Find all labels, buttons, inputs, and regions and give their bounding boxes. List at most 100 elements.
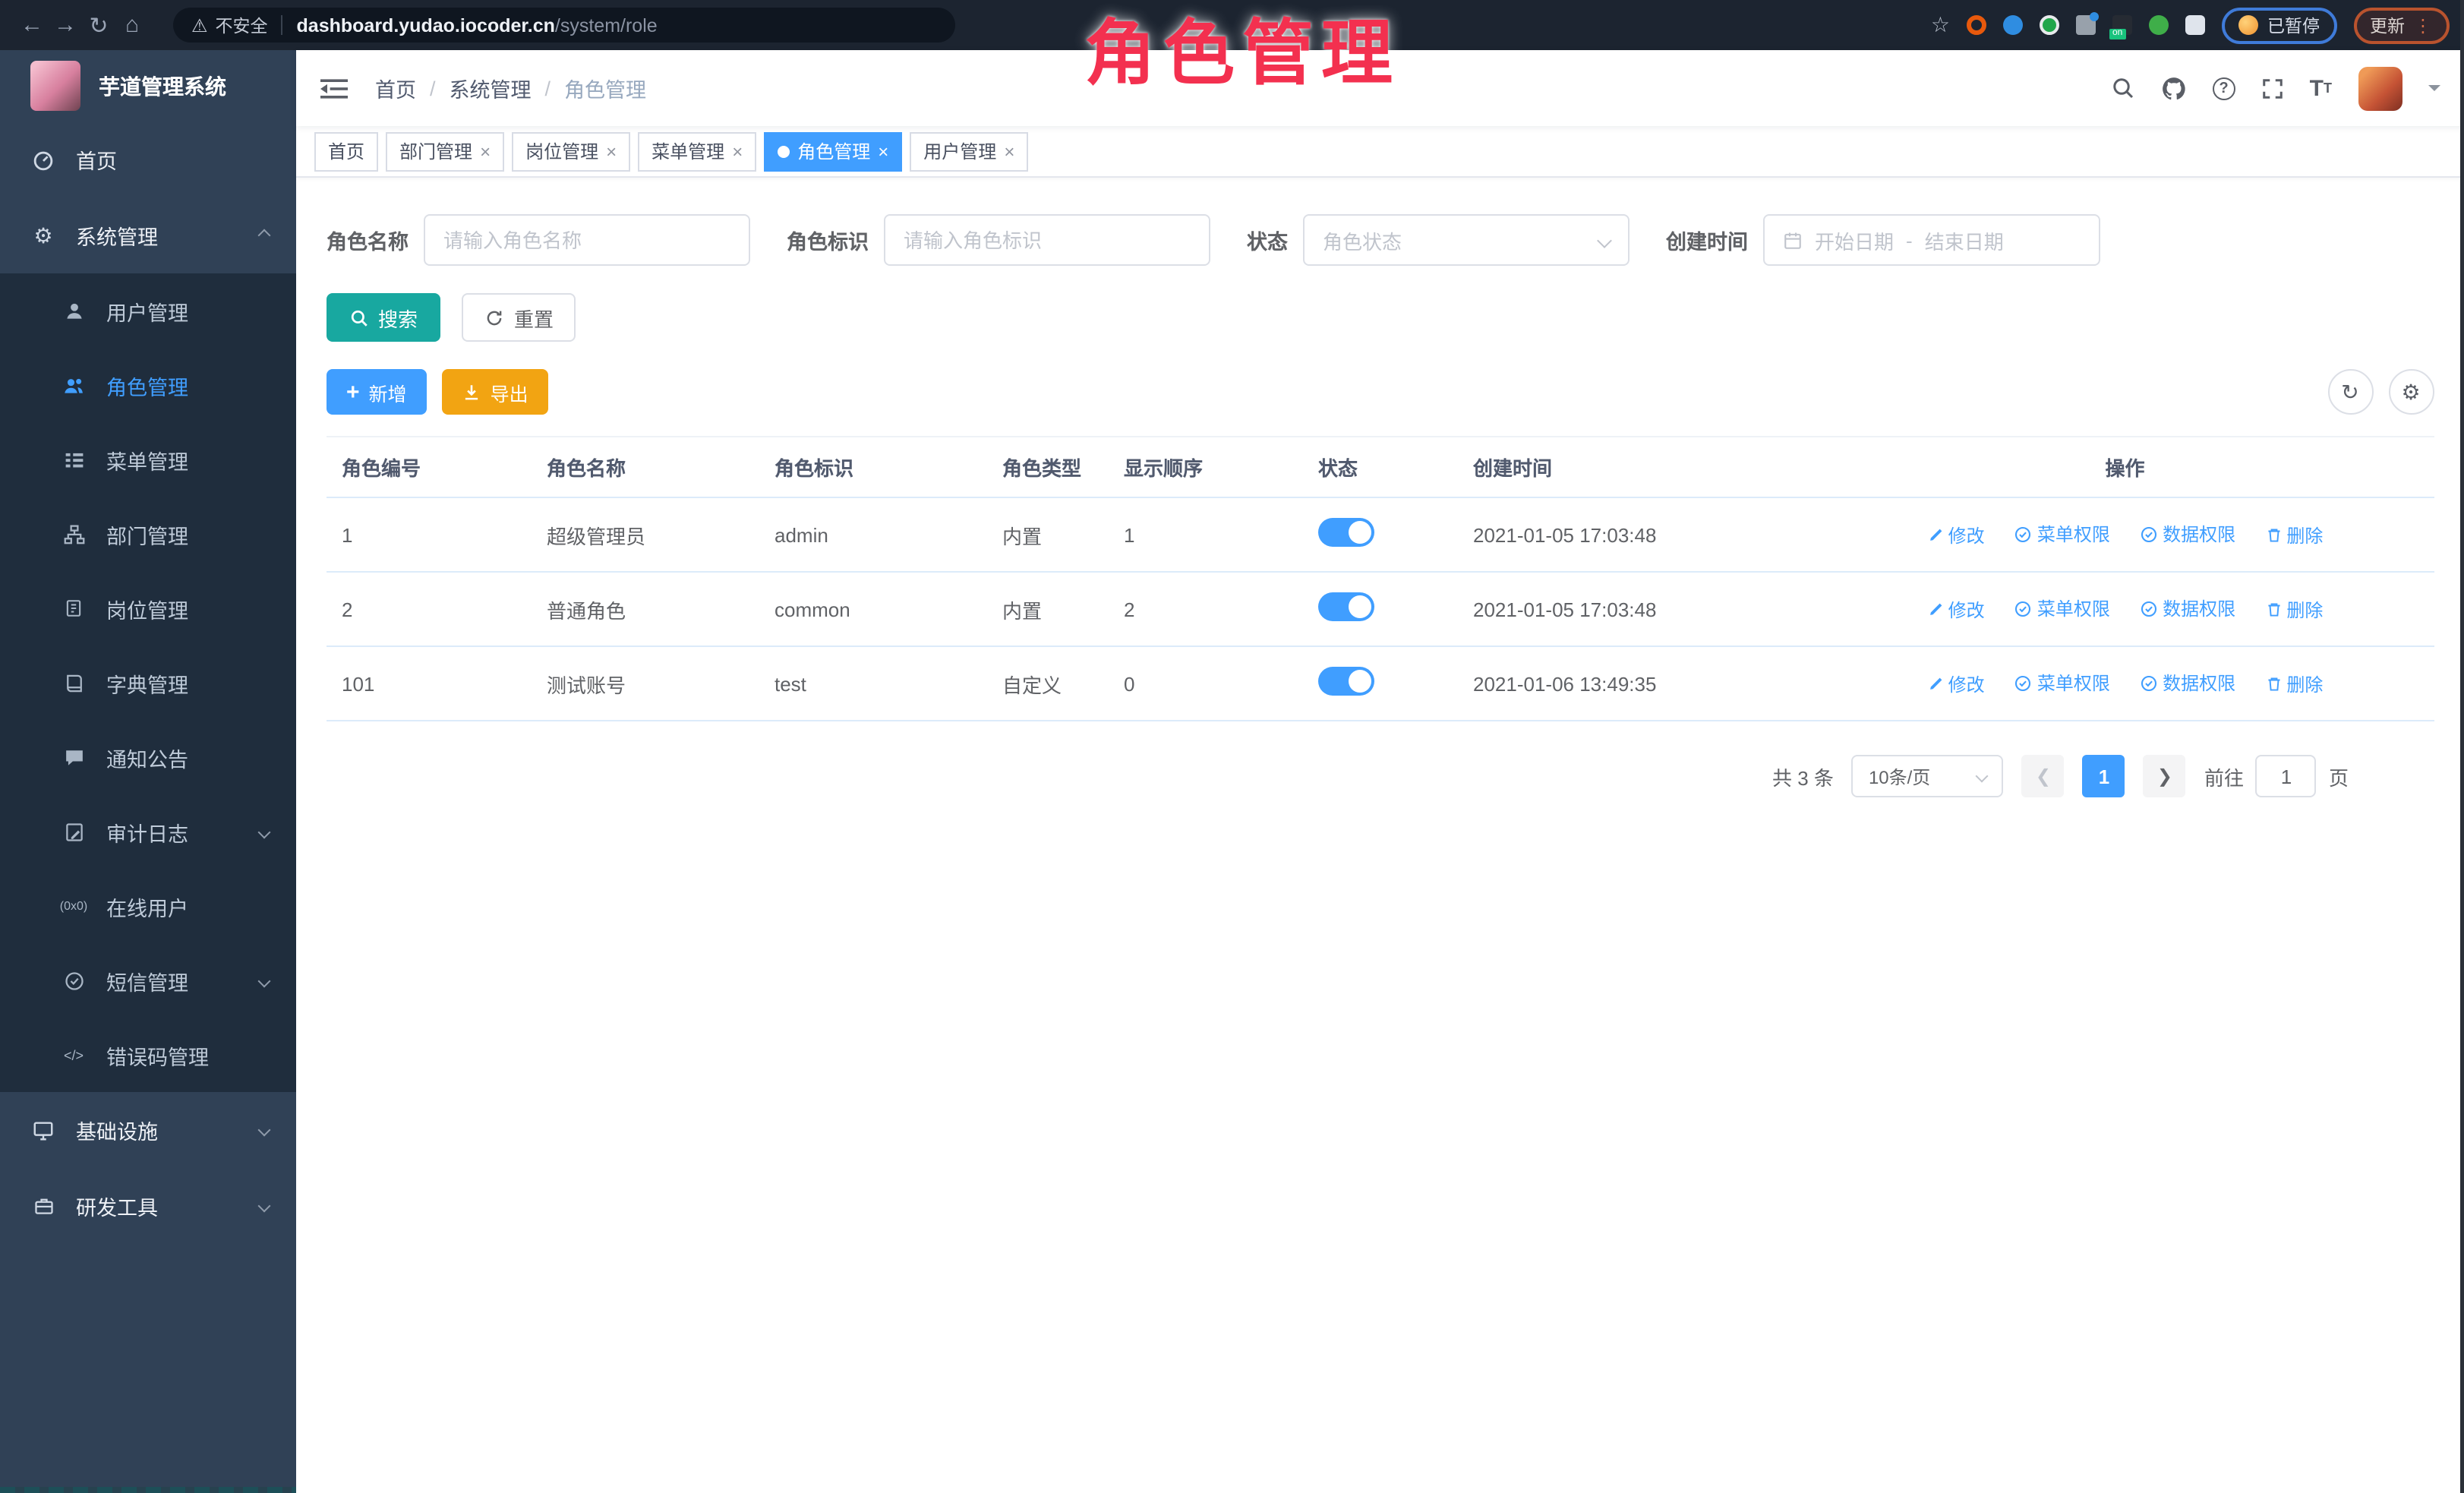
extension-orange-icon[interactable] — [1967, 15, 1986, 35]
extension-leaf-icon[interactable] — [2149, 15, 2169, 35]
status-toggle[interactable] — [1318, 592, 1374, 621]
browser-menu-icon[interactable]: ⋮ — [2414, 14, 2432, 36]
app-logo[interactable]: 芋道管理系统 — [0, 50, 296, 122]
sidebar-fold-icon[interactable] — [320, 77, 348, 99]
close-icon[interactable]: × — [732, 142, 743, 160]
status-toggle[interactable] — [1318, 518, 1374, 547]
extension-grid-icon[interactable] — [2076, 15, 2096, 35]
extension-green-icon[interactable] — [2040, 15, 2059, 35]
menu-permission-link[interactable]: 菜单权限 — [2014, 596, 2110, 622]
page-number-1[interactable]: 1 — [2083, 755, 2125, 797]
extension-blue-icon[interactable] — [2003, 15, 2023, 35]
data-permission-link[interactable]: 数据权限 — [2140, 596, 2235, 622]
sidebar-item-home[interactable]: 首页 — [0, 122, 296, 197]
table-toolbar: + 新增 导出 ↻ ⚙ — [327, 369, 2434, 415]
browser-home-icon[interactable]: ⌂ — [115, 12, 149, 38]
update-button[interactable]: 更新 ⋮ — [2353, 7, 2449, 43]
sidebar-item-audit-log[interactable]: 审计日志 — [0, 794, 296, 869]
sidebar-item-menus[interactable]: 菜单管理 — [0, 422, 296, 497]
browser-forward-icon[interactable]: → — [49, 12, 82, 38]
chevron-down-icon — [258, 974, 271, 987]
emoji-face-icon — [2238, 15, 2258, 35]
breadcrumb-home[interactable]: 首页 — [375, 73, 416, 103]
col-created: 创建时间 — [1458, 437, 1816, 497]
browser-back-icon[interactable]: ← — [15, 12, 49, 38]
sidebar-item-dictionary[interactable]: 字典管理 — [0, 645, 296, 720]
sidebar-item-notices[interactable]: 通知公告 — [0, 720, 296, 794]
search-actions: 搜索 重置 — [327, 293, 2434, 342]
tab-departments[interactable]: 部门管理 × — [386, 131, 504, 171]
create-time-label: 创建时间 — [1666, 225, 1748, 255]
breadcrumb-section[interactable]: 系统管理 — [450, 73, 532, 103]
system-submenu: 用户管理 角色管理 菜单管理 — [0, 273, 296, 1092]
font-size-icon[interactable]: TT — [2310, 77, 2332, 99]
edit-link[interactable]: 修改 — [1927, 597, 1985, 623]
search-icon[interactable] — [2111, 76, 2135, 100]
avatar-caret-icon[interactable] — [2428, 85, 2440, 97]
role-key-input[interactable] — [904, 229, 1191, 251]
sidebar-item-departments[interactable]: 部门管理 — [0, 497, 296, 571]
sidebar-item-system[interactable]: ⚙ 系统管理 — [0, 197, 296, 273]
help-icon[interactable]: ? — [2213, 77, 2235, 99]
date-range-picker[interactable]: 开始日期 - 结束日期 — [1763, 214, 2100, 266]
address-bar[interactable]: ⚠ 不安全 dashboard.yudao.iocoder.cn/system/… — [173, 8, 955, 43]
sidebar-item-sms[interactable]: 短信管理 — [0, 943, 296, 1018]
browser-reload-icon[interactable]: ↻ — [82, 11, 115, 39]
shield-check-icon — [61, 970, 87, 991]
chevron-down-icon — [258, 1200, 271, 1213]
paused-badge[interactable]: 已暂停 — [2222, 7, 2336, 43]
col-status: 状态 — [1303, 437, 1458, 497]
close-icon[interactable]: × — [480, 142, 491, 160]
next-page-button[interactable]: ❯ — [2144, 755, 2186, 797]
add-button[interactable]: + 新增 — [327, 369, 427, 415]
table-row: 2 普通角色 common 内置 2 2021-01-05 17:03:48 修… — [327, 572, 2434, 646]
refresh-icon[interactable]: ↻ — [2327, 369, 2373, 415]
bookmark-star-icon[interactable]: ☆ — [1931, 12, 1950, 38]
prev-page-button[interactable]: ❮ — [2022, 755, 2065, 797]
sidebar-item-posts[interactable]: 岗位管理 — [0, 571, 296, 645]
fullscreen-icon[interactable] — [2261, 77, 2284, 99]
tab-posts[interactable]: 岗位管理 × — [512, 131, 630, 171]
sidebar-item-roles[interactable]: 角色管理 — [0, 348, 296, 422]
status-toggle[interactable] — [1318, 667, 1374, 696]
delete-link[interactable]: 删除 — [2265, 671, 2323, 697]
avatar[interactable] — [2358, 66, 2402, 110]
page-size-select[interactable]: 10条/页 — [1852, 755, 2004, 797]
tab-roles[interactable]: 角色管理 × — [764, 131, 902, 171]
delete-link[interactable]: 删除 — [2265, 597, 2323, 623]
export-button[interactable]: 导出 — [442, 369, 548, 415]
sidebar-item-online-users[interactable]: (0x0) 在线用户 — [0, 869, 296, 943]
search-form: 角色名称 角色标识 状态 角色状态 — [327, 214, 2434, 266]
close-icon[interactable]: × — [606, 142, 617, 160]
close-icon[interactable]: × — [1004, 142, 1014, 160]
data-permission-link[interactable]: 数据权限 — [2140, 522, 2235, 548]
tab-users[interactable]: 用户管理 × — [910, 131, 1028, 171]
reset-button[interactable]: 重置 — [462, 293, 576, 342]
calendar-icon — [1783, 230, 1803, 250]
column-settings-icon[interactable]: ⚙ — [2388, 369, 2434, 415]
role-name-input[interactable] — [443, 229, 730, 251]
status-select[interactable]: 角色状态 — [1303, 214, 1630, 266]
search-button[interactable]: 搜索 — [327, 293, 440, 342]
edit-link[interactable]: 修改 — [1927, 671, 1985, 697]
sidebar-item-error-codes[interactable]: </> 错误码管理 — [0, 1018, 296, 1092]
github-icon[interactable] — [2161, 75, 2187, 101]
edit-link[interactable]: 修改 — [1927, 522, 1985, 548]
sidebar-item-dev-tools[interactable]: 研发工具 — [0, 1168, 296, 1244]
toolbox-icon — [30, 1195, 56, 1217]
breadcrumb-current: 角色管理 — [564, 73, 646, 103]
sidebar-item-infrastructure[interactable]: 基础设施 — [0, 1092, 296, 1168]
role-name-label: 角色名称 — [327, 225, 409, 255]
delete-link[interactable]: 删除 — [2265, 522, 2323, 548]
navbar-actions: ? TT — [2111, 66, 2440, 110]
tab-home[interactable]: 首页 — [314, 131, 378, 171]
extension-switch-icon[interactable] — [2112, 15, 2132, 35]
goto-page-input[interactable] — [2256, 755, 2317, 797]
tab-menus[interactable]: 菜单管理 × — [638, 131, 756, 171]
close-icon[interactable]: × — [878, 142, 888, 160]
data-permission-link[interactable]: 数据权限 — [2140, 671, 2235, 696]
sidebar-item-users[interactable]: 用户管理 — [0, 273, 296, 348]
extensions-puzzle-icon[interactable] — [2185, 15, 2205, 35]
menu-permission-link[interactable]: 菜单权限 — [2014, 522, 2110, 548]
menu-permission-link[interactable]: 菜单权限 — [2014, 671, 2110, 696]
